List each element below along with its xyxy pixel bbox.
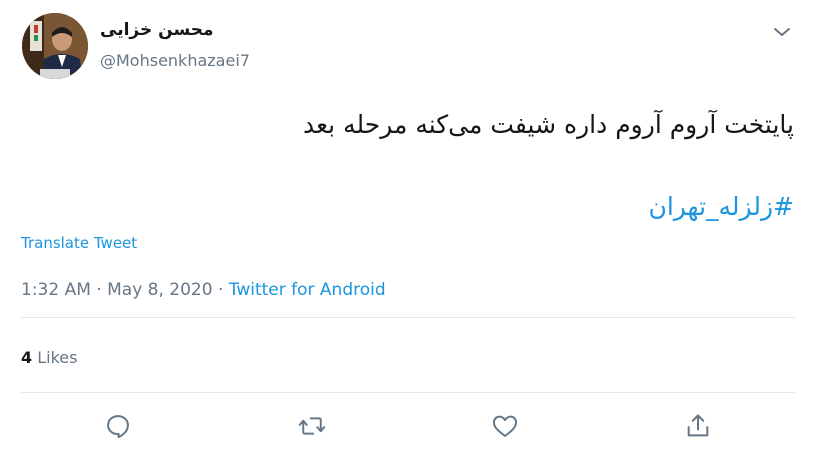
likes-count: 4 — [21, 348, 33, 367]
share-icon — [687, 414, 709, 437]
divider — [21, 392, 795, 393]
tweet-text: پایتخت آروم آروم داره شیفت می‌کنه مرحله … — [302, 110, 794, 139]
avatar[interactable] — [22, 13, 88, 79]
like-button[interactable] — [491, 412, 519, 440]
share-button[interactable] — [684, 412, 712, 440]
retweet-button[interactable] — [298, 412, 326, 440]
heart-icon — [492, 415, 518, 437]
translate-tweet-link[interactable]: Translate Tweet — [21, 234, 137, 252]
likes-label: Likes — [37, 348, 78, 367]
avatar-image — [22, 13, 88, 79]
hashtag-link[interactable]: #زلزله_تهران — [648, 186, 794, 228]
tweet-date[interactable]: May 8, 2020 — [107, 280, 212, 300]
tweet-source-link[interactable]: Twitter for Android — [229, 280, 386, 300]
retweet-icon — [298, 417, 326, 435]
chevron-down-icon — [774, 28, 790, 36]
tweet-metadata: 1:32 AM · May 8, 2020 · Twitter for Andr… — [21, 280, 386, 300]
meta-separator: · — [217, 280, 224, 300]
reply-icon — [107, 415, 129, 439]
reply-button[interactable] — [104, 412, 132, 440]
author-handle[interactable]: @Mohsenkhazaei7 — [100, 51, 250, 70]
tweet-time[interactable]: 1:32 AM — [21, 280, 91, 300]
more-options-button[interactable] — [770, 20, 794, 44]
meta-separator: · — [96, 280, 102, 300]
divider — [21, 317, 795, 318]
author-display-name[interactable]: محسن خزایی — [100, 20, 214, 40]
likes-stat[interactable]: 4 Likes — [21, 348, 77, 367]
